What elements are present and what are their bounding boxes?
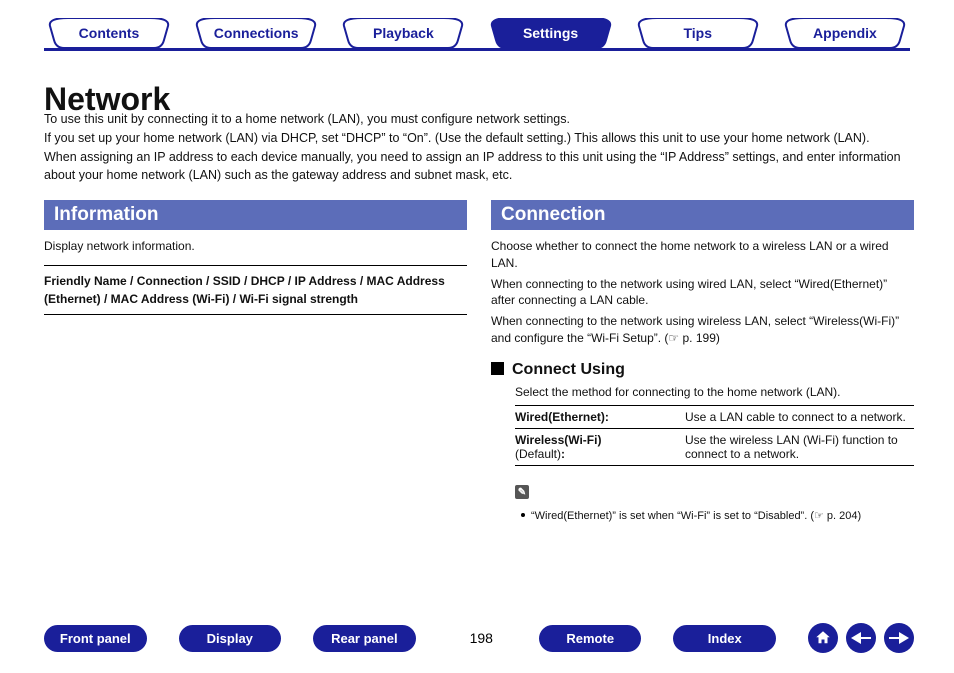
connection-p2: When connecting to the network using wir… (491, 276, 914, 310)
option-key-colon: : (561, 447, 565, 461)
tab-appendix[interactable]: Appendix (780, 18, 910, 48)
option-val-wired: Use a LAN cable to connect to a network. (685, 410, 914, 424)
link-index[interactable]: Index (673, 625, 776, 652)
page-number: 198 (470, 630, 493, 646)
option-val-wireless: Use the wireless LAN (Wi-Fi) function to… (685, 433, 914, 461)
connection-p3-close: ) (716, 331, 720, 345)
prev-page-button[interactable] (846, 623, 876, 653)
option-row-wireless: Wireless(Wi-Fi) (Default): Use the wirel… (515, 428, 914, 465)
tab-playback[interactable]: Playback (338, 18, 468, 48)
nav-icons (808, 623, 914, 653)
tab-label: Appendix (780, 18, 910, 48)
note-line: “Wired(Ethernet)” is set when “Wi-Fi” is… (515, 509, 914, 522)
link-front-panel[interactable]: Front panel (44, 625, 147, 652)
link-display[interactable]: Display (179, 625, 282, 652)
information-desc: Display network information. (44, 238, 467, 255)
page-ref-204[interactable]: ☞ p. 204 (814, 510, 858, 522)
section-header-information: Information (44, 200, 467, 230)
next-page-button[interactable] (884, 623, 914, 653)
subheading-connect-using: Connect Using (491, 361, 914, 379)
option-row-wired: Wired(Ethernet): Use a LAN cable to conn… (515, 406, 914, 428)
options-table: Wired(Ethernet): Use a LAN cable to conn… (515, 405, 914, 466)
option-key-wireless: Wireless(Wi-Fi) (515, 433, 601, 447)
content-columns: Information Display network information.… (44, 200, 914, 522)
tab-contents[interactable]: Contents (44, 18, 174, 48)
subheading-label: Connect Using (512, 361, 625, 378)
bullet-icon (521, 513, 525, 517)
option-key-wired: Wired(Ethernet): (515, 410, 609, 424)
tab-label: Playback (338, 18, 468, 48)
link-rear-panel[interactable]: Rear panel (313, 625, 416, 652)
connection-p3: When connecting to the network using wir… (491, 313, 914, 347)
intro-line: When assigning an IP address to each dev… (44, 150, 901, 183)
note-close: ) (858, 510, 862, 522)
tab-label: Contents (44, 18, 174, 48)
note-icon: ✎ (515, 485, 529, 499)
top-tabs: Contents Connections Playback Settings T… (44, 18, 910, 51)
intro-text: To use this unit by connecting it to a h… (44, 110, 914, 185)
column-information: Information Display network information.… (44, 200, 467, 522)
information-fields: Friendly Name / Connection / SSID / DHCP… (44, 265, 467, 315)
connect-using-body: Select the method for connecting to the … (515, 385, 914, 523)
tab-settings[interactable]: Settings (486, 18, 616, 48)
bottom-bar: Front panel Display Rear panel 198 Remot… (44, 623, 914, 653)
tab-label: Settings (486, 18, 616, 48)
intro-line: If you set up your home network (LAN) vi… (44, 131, 870, 145)
column-connection: Connection Choose whether to connect the… (491, 200, 914, 522)
link-remote[interactable]: Remote (539, 625, 642, 652)
arrow-left-icon (851, 632, 871, 644)
connection-p1: Choose whether to connect the home netwo… (491, 238, 914, 272)
option-default-label: (Default) (515, 447, 561, 461)
tab-tips[interactable]: Tips (633, 18, 763, 48)
square-bullet-icon (491, 362, 504, 375)
tab-connections[interactable]: Connections (191, 18, 321, 48)
section-header-connection: Connection (491, 200, 914, 230)
arrow-right-icon (889, 632, 909, 644)
home-button[interactable] (808, 623, 838, 653)
connect-using-desc: Select the method for connecting to the … (515, 385, 914, 399)
note-text: “Wired(Ethernet)” is set when “Wi-Fi” is… (531, 510, 814, 522)
tab-label: Tips (633, 18, 763, 48)
page-ref-199[interactable]: ☞ p. 199 (668, 331, 715, 345)
home-icon (814, 629, 832, 647)
tab-label: Connections (191, 18, 321, 48)
intro-line: To use this unit by connecting it to a h… (44, 112, 570, 126)
